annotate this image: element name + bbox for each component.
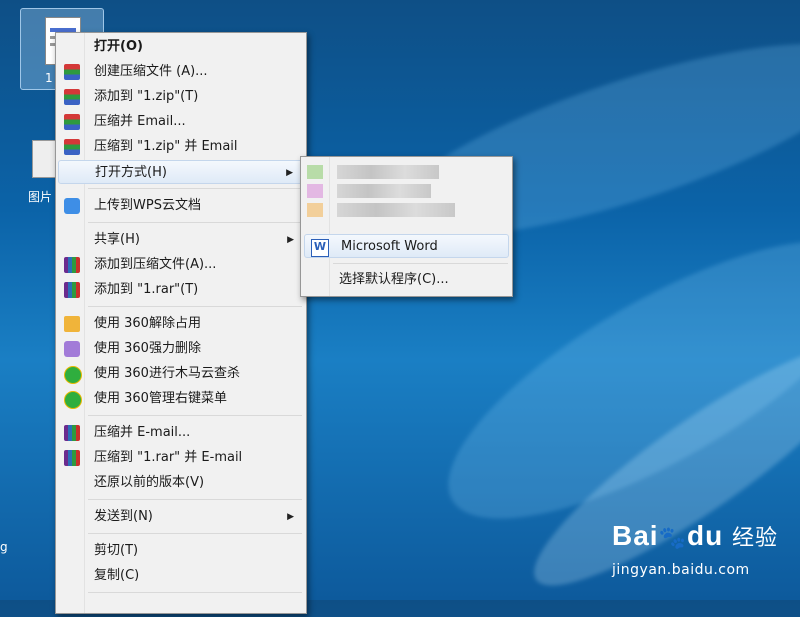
menu-cut[interactable]: 剪切(T) <box>58 539 304 563</box>
paw-icon: 🐾 <box>658 525 687 550</box>
menu-zip-to-email[interactable]: 压缩到 "1.zip" 并 Email <box>58 135 304 159</box>
menu-open[interactable]: 打开(O) <box>58 35 304 59</box>
open-with-submenu: W Microsoft Word 选择默认程序(C)... <box>300 156 513 297</box>
menu-upload-wps[interactable]: 上传到WPS云文档 <box>58 194 304 218</box>
menu-add-to-zip[interactable]: 添加到 "1.zip"(T) <box>58 85 304 109</box>
menu-send-to[interactable]: 发送到(N) ▶ <box>58 505 304 529</box>
blurred-program-entry[interactable] <box>307 165 507 181</box>
watermark-brand-left: Bai <box>612 520 659 551</box>
watermark-url: jingyan.baidu.com <box>612 562 750 578</box>
menu-restore-versions[interactable]: 还原以前的版本(V) <box>58 471 304 495</box>
winrar-icon <box>64 425 80 441</box>
winzip-icon <box>64 64 80 80</box>
desktop-image-label: 图片 <box>28 190 53 204</box>
menu-360-trojan-scan[interactable]: 使用 360进行木马云查杀 <box>58 362 304 386</box>
360-shield-icon <box>64 366 82 384</box>
winrar-icon <box>64 282 80 298</box>
360-shield-icon <box>64 391 82 409</box>
menu-microsoft-word[interactable]: W Microsoft Word <box>304 234 509 258</box>
desktop-partial-label: g <box>0 540 8 554</box>
menu-choose-default-program[interactable]: 选择默认程序(C)... <box>303 268 510 292</box>
submenu-arrow-icon: ▶ <box>287 235 294 245</box>
menu-create-zip[interactable]: 创建压缩文件 (A)... <box>58 60 304 84</box>
menu-360-force-delete[interactable]: 使用 360强力删除 <box>58 337 304 361</box>
menu-copy[interactable]: 复制(C) <box>58 564 304 588</box>
blurred-program-entry[interactable] <box>307 184 507 200</box>
menu-zip-email[interactable]: 压缩并 Email... <box>58 110 304 134</box>
word-icon: W <box>311 239 329 257</box>
winrar-icon <box>64 450 80 466</box>
menu-360-unlock[interactable]: 使用 360解除占用 <box>58 312 304 336</box>
submenu-arrow-icon: ▶ <box>286 168 293 178</box>
menu-rar-email[interactable]: 压缩并 E-mail... <box>58 421 304 445</box>
submenu-arrow-icon: ▶ <box>287 512 294 522</box>
watermark-brand-mid: du <box>686 520 724 551</box>
winzip-icon <box>64 139 80 155</box>
desktop-file-label: 1 <box>45 71 53 85</box>
blurred-program-entry[interactable] <box>307 203 507 219</box>
winzip-icon <box>64 114 80 130</box>
context-menu: 打开(O) 创建压缩文件 (A)... 添加到 "1.zip"(T) 压缩并 E… <box>55 32 307 614</box>
menu-share[interactable]: 共享(H) ▶ <box>58 228 304 252</box>
folder-unlock-icon <box>64 316 80 332</box>
menu-add-to-archive[interactable]: 添加到压缩文件(A)... <box>58 253 304 277</box>
baidu-watermark: Bai🐾du 经验 jingyan.baidu.com <box>612 520 792 584</box>
menu-360-manage[interactable]: 使用 360管理右键菜单 <box>58 387 304 411</box>
winrar-icon <box>64 257 80 273</box>
menu-rar-to-email[interactable]: 压缩到 "1.rar" 并 E-mail <box>58 446 304 470</box>
menu-add-to-rar[interactable]: 添加到 "1.rar"(T) <box>58 278 304 302</box>
winzip-icon <box>64 89 80 105</box>
watermark-brand-right: 经验 <box>731 525 778 550</box>
wps-cloud-icon <box>64 198 80 214</box>
shredder-icon <box>64 341 80 357</box>
menu-open-with[interactable]: 打开方式(H) ▶ <box>58 160 304 184</box>
